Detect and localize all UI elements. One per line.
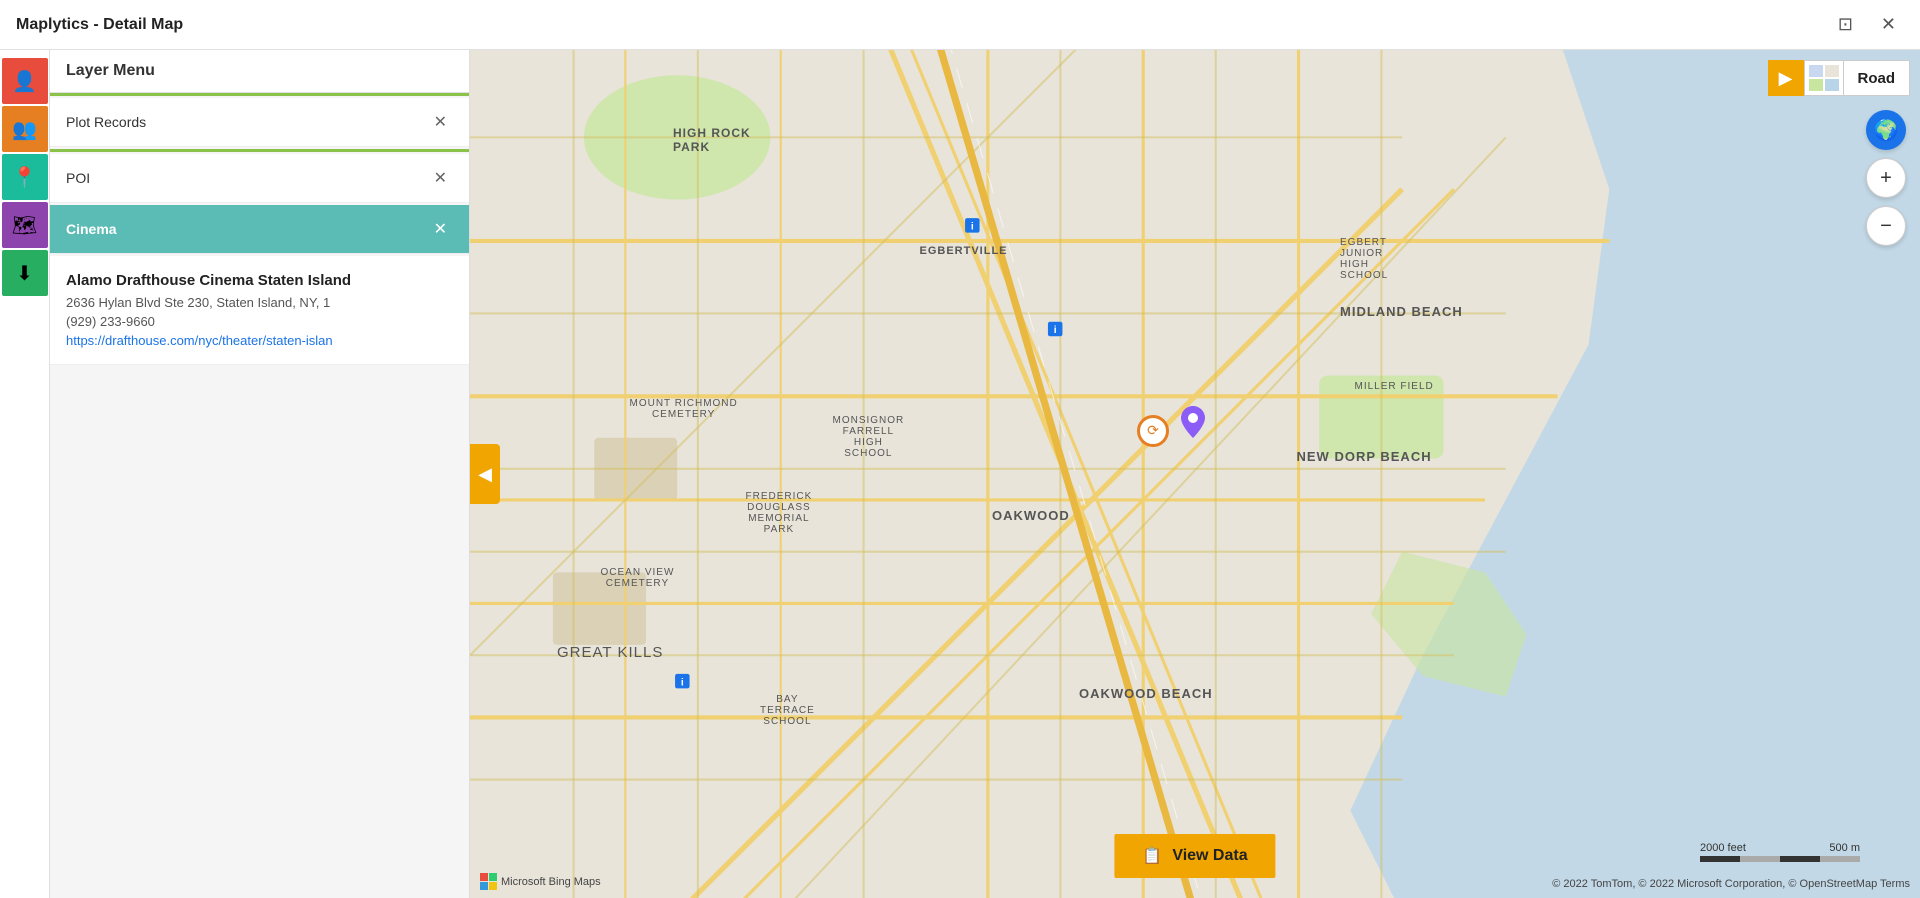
info-card: Alamo Drafthouse Cinema Staten Island 26… xyxy=(50,256,469,365)
info-card-title: Alamo Drafthouse Cinema Staten Island xyxy=(66,272,453,289)
person-icon: 👤 xyxy=(12,69,37,94)
layer-menu-title: Layer Menu xyxy=(66,62,155,79)
app-title: Maplytics - Detail Map xyxy=(16,16,183,34)
map-controls: 🌍 + − xyxy=(1866,110,1906,246)
sidebar-icon-map[interactable]: 🗺 xyxy=(2,202,48,248)
sidebar-icon-location[interactable]: 📍 xyxy=(2,154,48,200)
microsoft-logo: Microsoft Bing Maps xyxy=(480,873,601,890)
scale-label-feet: 2000 feet xyxy=(1700,842,1746,854)
view-data-icon: 📋 xyxy=(1142,846,1162,866)
globe-icon: 🌍 xyxy=(1874,118,1899,143)
scale-bar: 2000 feet 500 m xyxy=(1700,842,1860,862)
road-button-container: ▶ Road xyxy=(1768,60,1911,96)
zoom-in-icon: + xyxy=(1880,167,1892,190)
zoom-in-button[interactable]: + xyxy=(1866,158,1906,198)
layer-close-poi[interactable]: ✕ xyxy=(428,166,453,190)
collapse-arrow-icon: ◀ xyxy=(478,464,492,485)
green-divider-1 xyxy=(50,93,469,96)
info-card-phone: (929) 233-9660 xyxy=(66,314,453,329)
restore-button[interactable]: ⊡ xyxy=(1830,10,1861,39)
view-data-label: View Data xyxy=(1172,847,1247,865)
layer-panel: Layer Menu Plot Records ✕ POI ✕ Cinema ✕… xyxy=(50,50,470,898)
green-divider-2 xyxy=(50,149,469,152)
view-data-button[interactable]: 📋 View Data xyxy=(1114,834,1275,878)
collapse-panel-button[interactable]: ◀ xyxy=(470,444,500,504)
scale-labels: 2000 feet 500 m xyxy=(1700,842,1860,854)
info-card-address: 2636 Hylan Blvd Ste 230, Staten Island, … xyxy=(66,295,453,310)
purple-pin-svg xyxy=(1181,406,1205,438)
sidebar-icons: 👤 👥 📍 🗺 ⬇ xyxy=(0,50,50,898)
layer-item-plot-records[interactable]: Plot Records ✕ xyxy=(50,98,469,147)
sidebar-icon-person[interactable]: 👤 xyxy=(2,58,48,104)
layer-menu-header: Layer Menu xyxy=(50,50,469,93)
svg-text:i: i xyxy=(681,677,684,688)
close-button[interactable]: ✕ xyxy=(1873,10,1904,39)
main-container: 👤 👥 📍 🗺 ⬇ Layer Menu Plot Records ✕ POI xyxy=(0,50,1920,898)
download-icon: ⬇ xyxy=(16,261,33,286)
svg-text:i: i xyxy=(971,222,974,233)
layer-label-cinema: Cinema xyxy=(66,221,117,237)
scale-label-meters: 500 m xyxy=(1829,842,1860,854)
map-background-svg: i i i xyxy=(470,50,1920,898)
map-type-icon xyxy=(1809,65,1839,91)
marker-cinema-orange[interactable]: ⟳ xyxy=(1137,415,1169,447)
road-expand-button[interactable]: ▶ xyxy=(1768,60,1804,96)
group-icon: 👥 xyxy=(12,117,37,142)
zoom-out-button[interactable]: − xyxy=(1866,206,1906,246)
road-map-icon xyxy=(1804,60,1844,96)
sidebar-icon-download[interactable]: ⬇ xyxy=(2,250,48,296)
road-expand-icon: ▶ xyxy=(1779,68,1793,89)
title-bar-actions: ⊡ ✕ xyxy=(1830,10,1904,39)
zoom-out-icon: − xyxy=(1880,215,1892,238)
layer-item-cinema[interactable]: Cinema ✕ xyxy=(50,205,469,254)
map-icon: 🗺 xyxy=(12,213,37,238)
marker-purple-location[interactable] xyxy=(1181,406,1205,443)
location-icon: 📍 xyxy=(12,165,37,190)
road-label-button[interactable]: Road xyxy=(1844,60,1911,96)
svg-text:i: i xyxy=(1054,325,1057,336)
copyright-text: © 2022 TomTom, © 2022 Microsoft Corporat… xyxy=(1552,878,1910,890)
layer-close-cinema[interactable]: ✕ xyxy=(428,217,453,241)
sidebar-icon-group[interactable]: 👥 xyxy=(2,106,48,152)
scale-bar-line xyxy=(1700,856,1860,862)
title-bar: Maplytics - Detail Map ⊡ ✕ xyxy=(0,0,1920,50)
layer-label-poi: POI xyxy=(66,170,90,186)
ms-logo-text: Microsoft Bing Maps xyxy=(501,876,601,888)
info-card-url[interactable]: https://drafthouse.com/nyc/theater/state… xyxy=(66,333,453,348)
layer-item-poi[interactable]: POI ✕ xyxy=(50,154,469,203)
layer-label-plot: Plot Records xyxy=(66,114,146,130)
title-bar-left: Maplytics - Detail Map xyxy=(16,16,183,34)
orange-ring-marker: ⟳ xyxy=(1137,415,1169,447)
map-area[interactable]: i i i ◀ ▶ Road xyxy=(470,50,1920,898)
layer-close-plot[interactable]: ✕ xyxy=(428,110,453,134)
ms-squares xyxy=(480,873,497,890)
globe-button[interactable]: 🌍 xyxy=(1866,110,1906,150)
